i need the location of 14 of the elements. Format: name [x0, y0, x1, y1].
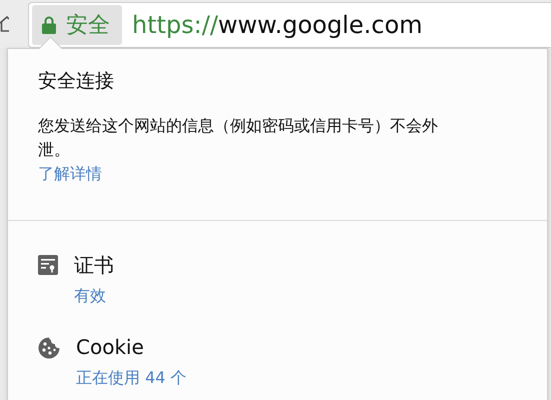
learn-more-link[interactable]: 了解详情	[38, 162, 102, 186]
certificate-icon	[38, 255, 58, 275]
popup-title: 安全连接	[38, 69, 115, 94]
lock-icon	[42, 16, 56, 34]
cookie-icon	[38, 337, 60, 359]
home-icon[interactable]	[0, 16, 9, 32]
security-chip[interactable]: 安全	[32, 5, 122, 45]
popup-description: 您发送给这个网站的信息（例如密码或信用卡号）不会外泄。	[38, 115, 439, 161]
item-status-link[interactable]: 有效	[74, 285, 114, 307]
url-text: https://www.google.com	[132, 11, 422, 39]
item-status-link[interactable]: 正在使用 44 个	[76, 367, 187, 389]
item-label: 证书	[74, 252, 114, 279]
item-label: Cookie	[76, 334, 145, 361]
address-bar[interactable]: 安全 https://www.google.com	[28, 2, 551, 48]
